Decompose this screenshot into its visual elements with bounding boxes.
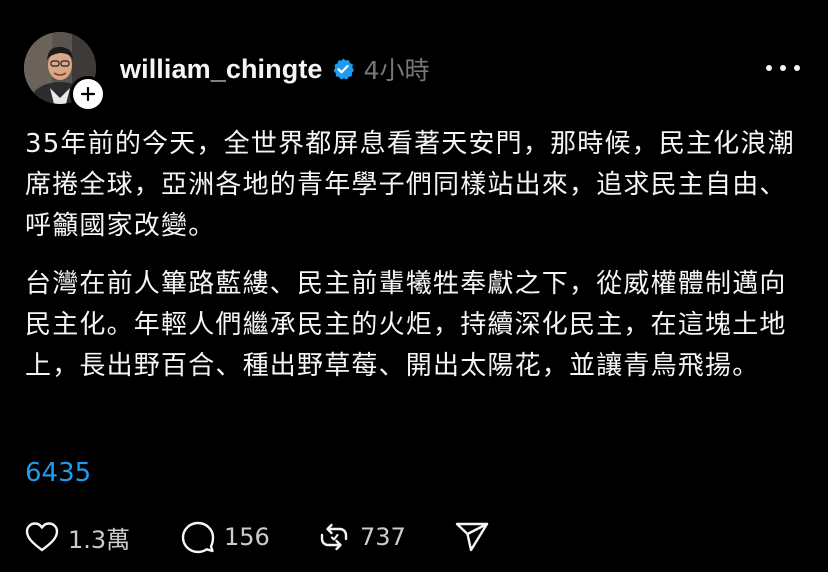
plus-icon — [80, 86, 96, 102]
post-paragraph: 台灣在前人篳路藍縷、民主前輩犧牲奉獻之下，從威權體制邁向民主化。年輕人們繼承民主… — [25, 269, 787, 381]
username[interactable]: william_chingte — [120, 54, 323, 85]
follow-button[interactable] — [70, 76, 106, 112]
post-timestamp: 4小時 — [363, 56, 430, 85]
avatar-container — [24, 32, 106, 112]
threads-post: william_chingte 4小時 35年前的今天，全世界都屏息看著天安門，… — [0, 0, 828, 572]
reply-count: 156 — [224, 523, 270, 551]
topic-tag-link[interactable]: 6435 — [25, 458, 91, 488]
repost-button[interactable]: 737 — [316, 519, 454, 555]
verified-badge-icon — [331, 57, 355, 81]
send-icon — [455, 522, 489, 552]
post-body: 35年前的今天，全世界都屏息看著天安門，那時候，民主化浪潮席捲全球，亞洲各地的青… — [25, 124, 810, 387]
like-count: 1.3萬 — [68, 525, 131, 554]
post-paragraph: 35年前的今天，全世界都屏息看著天安門，那時候，民主化浪潮席捲全球，亞洲各地的青… — [25, 129, 795, 241]
heart-icon — [25, 522, 59, 552]
action-bar: 1.3萬 156 737 — [24, 517, 490, 557]
more-dot — [780, 65, 786, 71]
like-button[interactable]: 1.3萬 — [24, 519, 180, 555]
share-button[interactable] — [454, 519, 490, 555]
post-header: william_chingte 4小時 — [120, 50, 429, 88]
reply-button[interactable]: 156 — [180, 519, 316, 555]
more-options-button[interactable] — [766, 58, 800, 78]
more-dot — [794, 65, 800, 71]
comment-bubble-icon — [181, 521, 215, 554]
repost-count: 737 — [360, 523, 406, 551]
more-dot — [766, 65, 772, 71]
repost-icon — [320, 523, 348, 551]
